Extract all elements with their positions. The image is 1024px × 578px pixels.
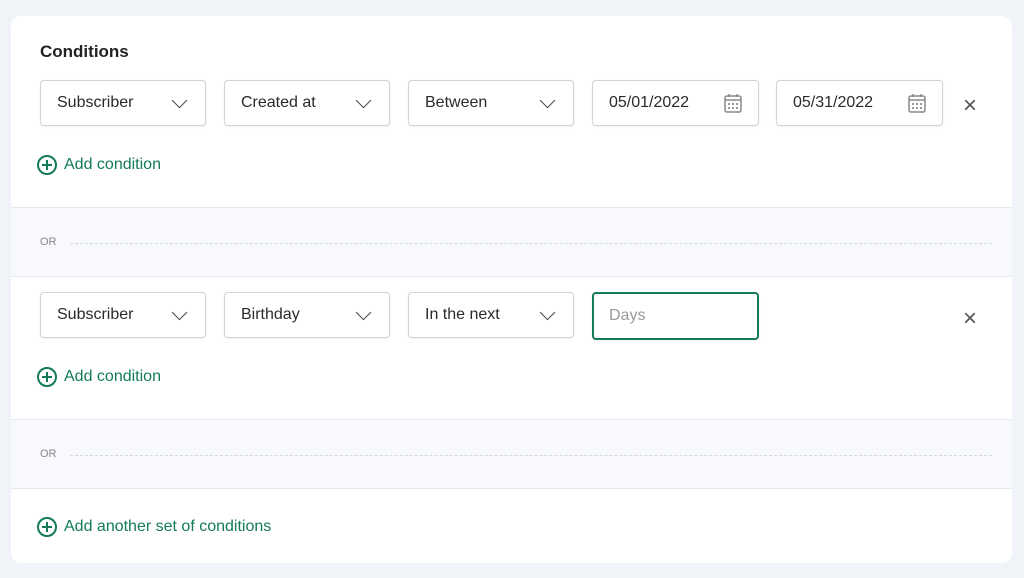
select-value: Subscriber — [57, 94, 134, 111]
add-condition-label: Add condition — [64, 156, 161, 173]
remove-condition-close-icon[interactable]: × — [960, 94, 980, 118]
select-value: Subscriber — [57, 306, 134, 323]
end-date-input[interactable]: 05/31/2022 — [776, 80, 943, 126]
or-label: OR — [40, 236, 57, 248]
add-condition-button[interactable]: Add condition — [37, 367, 161, 387]
add-set-label: Add another set of conditions — [64, 518, 272, 535]
days-input[interactable]: Days — [592, 292, 759, 340]
operator-select[interactable]: Between — [408, 80, 574, 126]
or-separator: OR — [11, 419, 1012, 489]
attribute-select[interactable]: Birthday — [224, 292, 390, 338]
chevron-down-icon — [539, 92, 556, 108]
select-value: Created at — [241, 94, 316, 111]
date-value: 05/31/2022 — [793, 94, 874, 111]
object-select[interactable]: Subscriber — [40, 292, 206, 338]
dashed-divider — [70, 455, 992, 456]
start-date-input[interactable]: 05/01/2022 — [592, 80, 759, 126]
remove-condition-close-icon[interactable]: × — [960, 307, 980, 331]
page-title: Conditions — [40, 42, 129, 61]
attribute-select[interactable]: Created at — [224, 80, 390, 126]
chevron-down-icon — [171, 92, 188, 108]
chevron-down-icon — [171, 304, 188, 320]
operator-select[interactable]: In the next — [408, 292, 574, 338]
chevron-down-icon — [355, 92, 372, 108]
calendar-icon[interactable] — [908, 93, 926, 113]
plus-circle-icon — [37, 517, 57, 537]
add-condition-label: Add condition — [64, 368, 161, 385]
add-condition-button[interactable]: Add condition — [37, 155, 161, 175]
select-value: Between — [425, 94, 488, 111]
plus-circle-icon — [37, 367, 57, 387]
chevron-down-icon — [355, 304, 372, 320]
conditions-card: Conditions Subscriber Created at Between… — [11, 16, 1012, 563]
or-separator: OR — [11, 207, 1012, 277]
select-value: Birthday — [241, 306, 300, 323]
plus-circle-icon — [37, 155, 57, 175]
chevron-down-icon — [539, 304, 556, 320]
dashed-divider — [70, 243, 992, 244]
add-condition-set-button[interactable]: Add another set of conditions — [37, 517, 271, 537]
date-value: 05/01/2022 — [609, 94, 690, 111]
calendar-icon[interactable] — [724, 93, 742, 113]
object-select[interactable]: Subscriber — [40, 80, 206, 126]
or-label: OR — [40, 448, 57, 460]
select-value: In the next — [425, 306, 500, 323]
days-placeholder: Days — [609, 307, 646, 324]
